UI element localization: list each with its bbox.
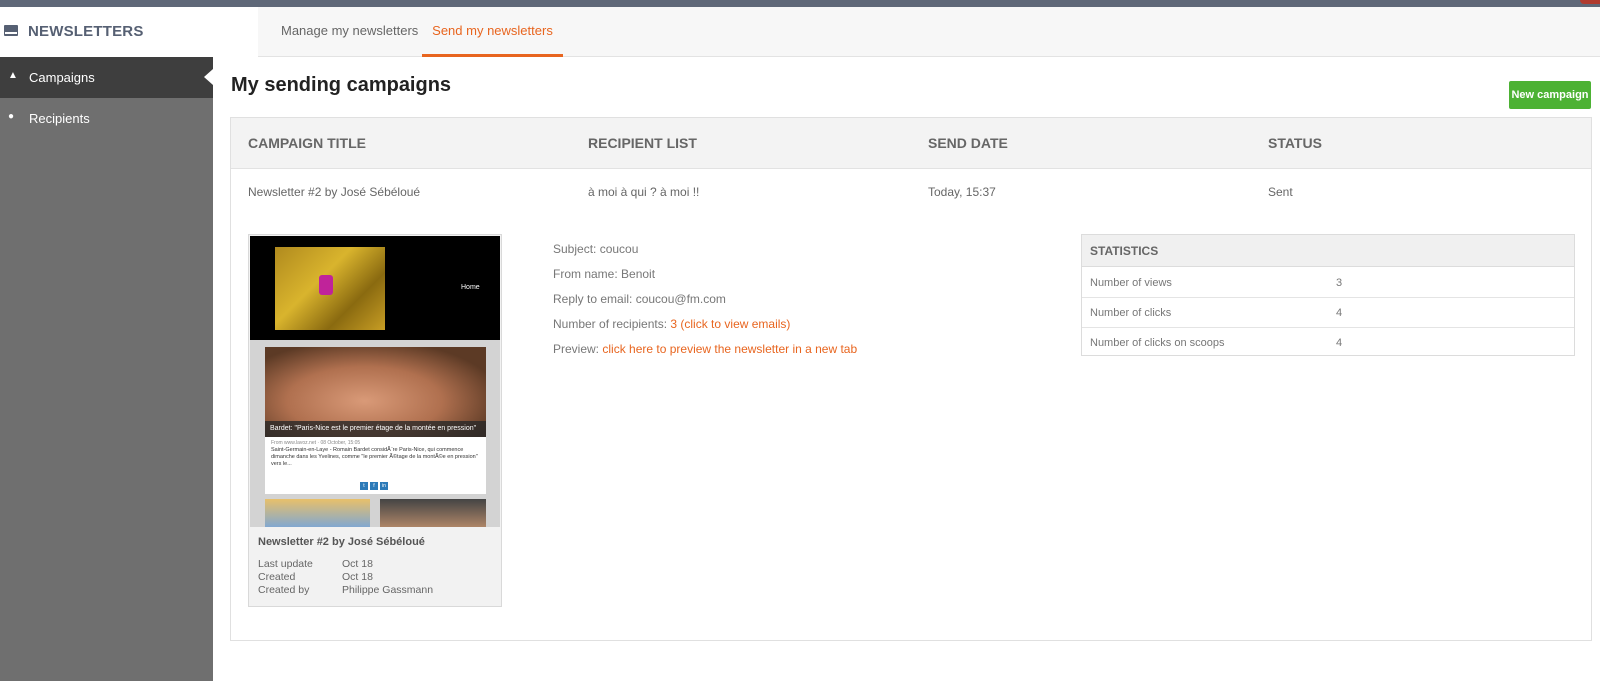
hero-photo	[275, 247, 385, 330]
created-by-label: Created by	[258, 584, 310, 596]
last-update-value: Oct 18	[342, 558, 373, 570]
stat-value: 3	[1336, 277, 1343, 289]
send-date-cell: Today, 15:37	[928, 185, 996, 199]
sidebar-item-campaigns[interactable]: ▲ Campaigns	[0, 57, 213, 98]
app-title: NEWSLETTERS	[28, 23, 144, 40]
newsletter-thumbnail[interactable]: Home Bardet: "Paris-Nice est le premier …	[250, 236, 500, 527]
brand-notch	[244, 7, 258, 57]
preview-card-info: Newsletter #2 by José Sébéloué Last upda…	[249, 527, 501, 606]
facebook-icon: f	[370, 482, 378, 490]
header: NEWSLETTERS Manage my newsletters Send m…	[0, 7, 1600, 57]
preview-line: Preview: click here to preview the newsl…	[553, 342, 857, 356]
column-header-send-date[interactable]: SEND DATE	[928, 135, 1008, 151]
envelope-icon	[4, 25, 18, 36]
status-cell: Sent	[1268, 185, 1293, 199]
article-meta: From www.lavoz.net · 08 October, 15:05	[271, 440, 361, 446]
active-indicator	[204, 69, 213, 85]
created-by-value: Philippe Gassmann	[342, 584, 434, 596]
stat-label: Number of clicks on scoops	[1090, 337, 1225, 349]
sidebar-item-label: Recipients	[29, 111, 90, 126]
statistics-title: STATISTICS	[1082, 235, 1574, 267]
subject-text: Subject: coucou	[553, 242, 639, 256]
brand: NEWSLETTERS	[0, 7, 258, 57]
stat-row: Number of clicks on scoops 4	[1082, 328, 1574, 358]
stat-value: 4	[1336, 307, 1343, 319]
created-value: Oct 18	[342, 571, 373, 583]
newsletter-preview-card[interactable]: Home Bardet: "Paris-Nice est le premier …	[248, 234, 502, 607]
tab-manage-newsletters[interactable]: Manage my newsletters	[265, 7, 434, 57]
user-avatar-corner[interactable]	[1580, 0, 1600, 4]
stat-label: Number of clicks	[1090, 307, 1172, 319]
thumbnail-hero: Home	[250, 236, 500, 340]
reply-to-text: Reply to email: coucou@fm.com	[553, 292, 726, 306]
from-name-text: From name: Benoit	[553, 267, 656, 281]
column-header-status[interactable]: STATUS	[1268, 135, 1322, 151]
hero-figure	[319, 275, 333, 295]
recipient-list-cell: à moi à qui ? à moi !!	[588, 185, 700, 199]
statistics-table: STATISTICS Number of views 3 Number of c…	[1081, 234, 1575, 356]
campaigns-icon: ▲	[8, 70, 18, 81]
article-photo-3	[380, 499, 486, 527]
table-row[interactable]: Newsletter #2 by José Sébéloué à moi à q…	[231, 170, 1591, 214]
preview-newsletter-link[interactable]: click here to preview the newsletter in …	[602, 342, 857, 356]
article-photo-2	[265, 499, 370, 527]
recipients-line: Number of recipients: 3 (click to view e…	[553, 317, 790, 331]
stat-row: Number of clicks 4	[1082, 298, 1574, 328]
stat-row: Number of views 3	[1082, 268, 1574, 298]
preview-label: Preview:	[553, 342, 603, 356]
campaign-title-cell: Newsletter #2 by José Sébéloué	[248, 185, 421, 199]
recipients-label: Number of recipients:	[553, 317, 671, 331]
sidebar-item-label: Campaigns	[29, 70, 95, 85]
created-label: Created	[258, 571, 296, 583]
table-header: CAMPAIGN TITLE RECIPIENT LIST SEND DATE …	[231, 118, 1591, 169]
sidebar-item-recipients[interactable]: ● Recipients	[0, 98, 213, 139]
new-campaign-button[interactable]: New campaign	[1509, 81, 1591, 109]
view-emails-link[interactable]: 3 (click to view emails)	[670, 317, 790, 331]
linkedin-icon: in	[380, 482, 388, 490]
last-update-label: Last update	[258, 558, 313, 570]
sidebar: ▲ Campaigns ● Recipients	[0, 57, 213, 681]
column-header-title[interactable]: CAMPAIGN TITLE	[248, 135, 366, 151]
preview-card-title: Newsletter #2 by José Sébéloué	[258, 536, 425, 548]
stat-label: Number of views	[1090, 277, 1172, 289]
thumbnail-article: Bardet: "Paris-Nice est le premier étage…	[265, 347, 486, 494]
campaigns-panel: CAMPAIGN TITLE RECIPIENT LIST SEND DATE …	[230, 117, 1592, 641]
stat-value: 4	[1336, 337, 1343, 349]
thumbnail-home-link: Home	[461, 284, 480, 291]
twitter-icon: t	[360, 482, 368, 490]
column-header-recipient-list[interactable]: RECIPIENT LIST	[588, 135, 697, 151]
top-strip	[0, 0, 1600, 7]
article-text: Saint-Germain-en-Laye - Romain Bardet co…	[271, 447, 478, 467]
tab-send-newsletters[interactable]: Send my newsletters	[422, 7, 563, 57]
article-caption: Bardet: "Paris-Nice est le premier étage…	[265, 421, 486, 437]
page-title: My sending campaigns	[231, 74, 452, 96]
recipients-icon: ●	[8, 111, 15, 122]
